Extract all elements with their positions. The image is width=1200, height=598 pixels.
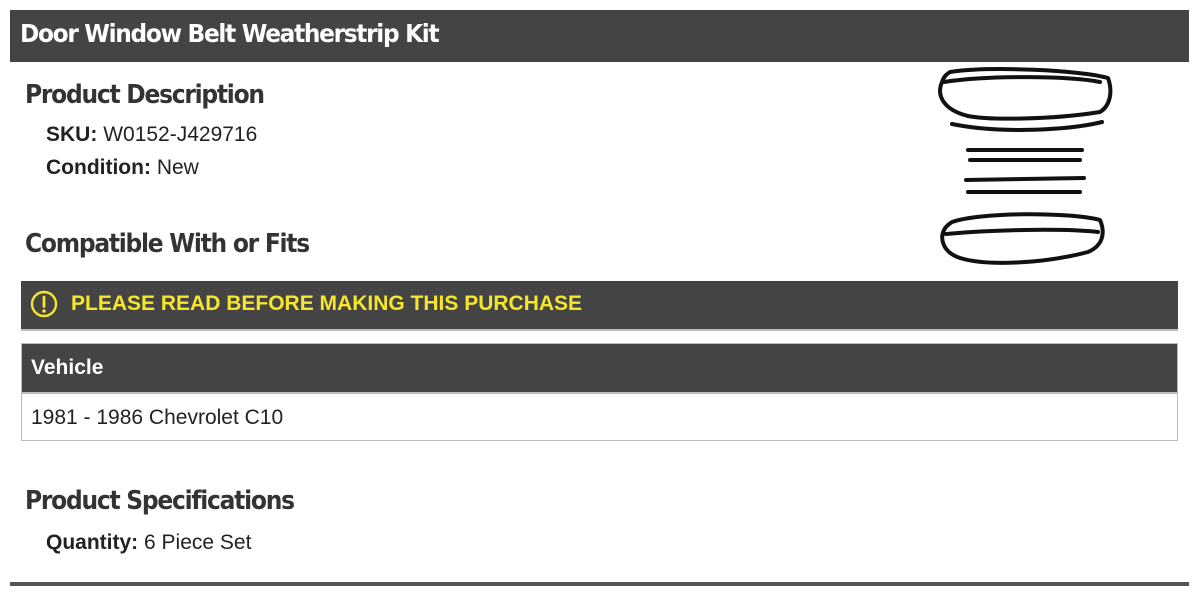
page-title: Door Window Belt Weatherstrip Kit [20,19,440,48]
vehicle-column-header: Vehicle [31,356,104,379]
compatible-heading: Compatible With or Fits [25,229,310,259]
title-bar: Door Window Belt Weatherstrip Kit [10,10,1189,62]
quantity-line: Quantity: 6 Piece Set [46,531,251,555]
table-row: 1981 - 1986 Chevrolet C10 [31,406,284,429]
vehicle-table: Vehicle 1981 - 1986 Chevrolet C10 [21,343,1178,441]
bottom-divider [10,582,1189,586]
sku-label: SKU: [46,123,98,146]
condition-label: Condition: [46,156,151,179]
quantity-value: 6 Piece Set [144,531,252,554]
quantity-label: Quantity: [46,531,139,554]
sku-line: SKU: W0152-J429716 [46,123,257,147]
exclamation-circle-icon [30,290,58,318]
weatherstrip-kit-illustration [938,67,1113,265]
condition-line: Condition: New [46,156,199,180]
product-description-heading: Product Description [25,80,265,110]
purchase-notice-text: PLEASE READ BEFORE MAKING THIS PURCHASE [71,292,583,315]
sku-value: W0152-J429716 [103,123,258,146]
condition-value: New [156,156,199,179]
vehicle-table-header: Vehicle [22,344,1177,394]
purchase-notice-bar: PLEASE READ BEFORE MAKING THIS PURCHASE [21,281,1178,331]
product-specifications-heading: Product Specifications [25,486,295,516]
